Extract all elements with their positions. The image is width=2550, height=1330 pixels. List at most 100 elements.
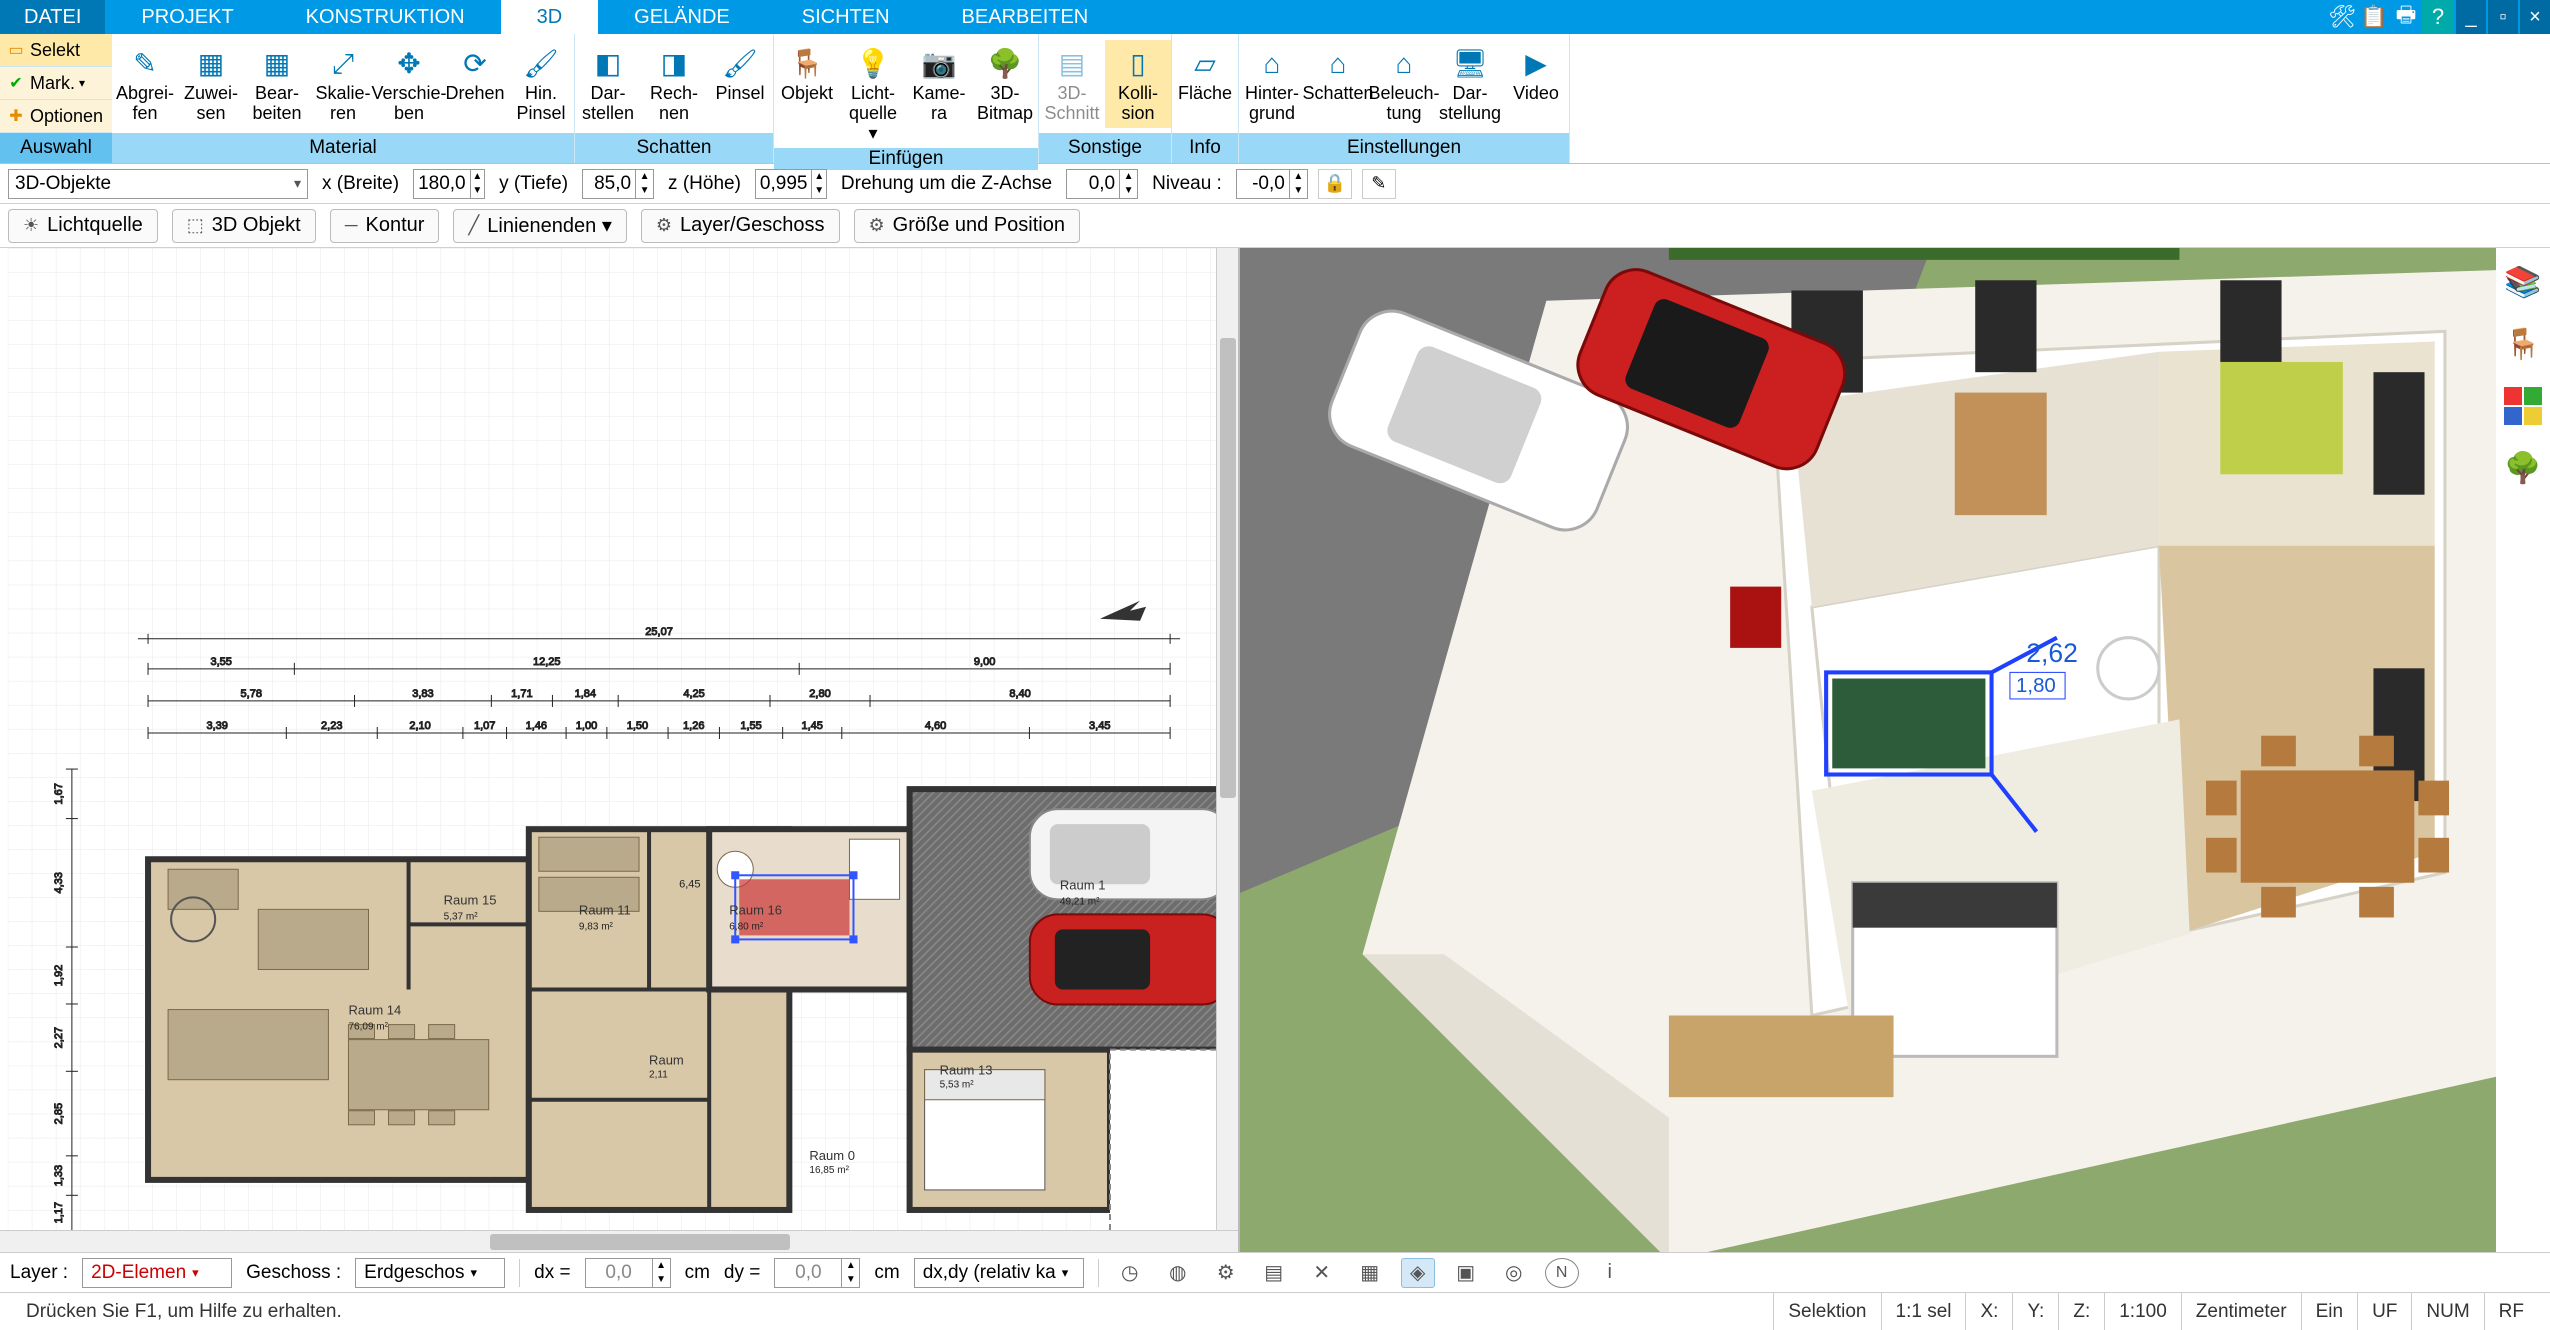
menu-tab-bearbeiten[interactable]: BEARBEITEN <box>926 0 1125 34</box>
y-input[interactable]: 85,0▲▼ <box>582 169 654 199</box>
ribbon-button[interactable]: ◧Dar-stellen <box>575 40 641 128</box>
relative-combo[interactable]: dx,dy (relativ ka <box>914 1258 1084 1288</box>
mark-button[interactable]: ✔Mark. ▾ <box>0 67 112 100</box>
svg-text:Raum 0: Raum 0 <box>809 1148 855 1163</box>
ribbon-button[interactable]: 🖌Hin.Pinsel <box>508 40 574 128</box>
ribbon-button[interactable]: ▤3D-Schnitt <box>1039 40 1105 128</box>
lock-button[interactable]: 🔒 <box>1318 169 1352 199</box>
tool-grid-icon[interactable]: ▣ <box>1449 1258 1483 1288</box>
menu-tab-gelaende[interactable]: GELÄNDE <box>598 0 766 34</box>
ribbon-button[interactable]: ⌂Schatten <box>1305 40 1371 128</box>
dy-label: dy = <box>724 1262 760 1284</box>
ribbon-button[interactable]: ⟳Drehen <box>442 40 508 128</box>
chair-icon[interactable]: 🪑 <box>2503 324 2543 364</box>
ribbon-button[interactable]: 🖥Dar-stellung <box>1437 40 1503 128</box>
ribbon-button[interactable]: ▯Kolli-sion <box>1105 40 1171 128</box>
menu-tab-sichten[interactable]: SICHTEN <box>766 0 926 34</box>
x-input[interactable]: 180,0▲▼ <box>413 169 485 199</box>
tree-icon[interactable]: 🌳 <box>2503 448 2543 488</box>
ribbon-button[interactable]: ✎Abgrei-fen <box>112 40 178 128</box>
ribbon-button[interactable]: 🖌Pinsel <box>707 40 773 128</box>
tool-globe-icon[interactable]: ◍ <box>1161 1258 1195 1288</box>
rotation-input[interactable]: 0,0▲▼ <box>1066 169 1138 199</box>
toolbar2-button[interactable]: ╱Linienenden ▾ <box>453 209 626 243</box>
svg-text:1,45: 1,45 <box>802 720 823 732</box>
menu-tab-projekt[interactable]: PROJEKT <box>105 0 269 34</box>
dx-input[interactable]: 0,0▲▼ <box>585 1258 671 1288</box>
layer-combo[interactable]: 2D-Elemen <box>82 1258 232 1288</box>
svg-text:4,25: 4,25 <box>683 688 704 700</box>
svg-text:1,50: 1,50 <box>627 720 648 732</box>
scrollbar-vertical-2d[interactable] <box>1216 248 1238 1230</box>
ribbon-button[interactable]: ◨Rech-nen <box>641 40 707 128</box>
ribbon-button[interactable]: ⌂Beleuch-tung <box>1371 40 1437 128</box>
options-button[interactable]: ✚Optionen <box>0 100 112 133</box>
ribbon-button[interactable]: ▱Fläche <box>1172 40 1238 128</box>
ribbon-button[interactable]: ⤢Skalie-ren <box>310 40 376 128</box>
toolbar2-button[interactable]: ⬚3D Objekt <box>172 209 316 243</box>
toolbar2-button[interactable]: ☀Lichtquelle <box>8 209 158 243</box>
svg-text:4,60: 4,60 <box>925 720 946 732</box>
tool-n-icon[interactable]: N <box>1545 1258 1579 1288</box>
niveau-input[interactable]: -0,0▲▼ <box>1236 169 1308 199</box>
ribbon-button[interactable]: ⌂Hinter-grund <box>1239 40 1305 128</box>
floor-combo[interactable]: Erdgeschos <box>355 1258 505 1288</box>
object-category-combo[interactable]: 3D-Objekte <box>8 169 308 199</box>
floor-label: Geschoss : <box>246 1262 341 1284</box>
ribbon-button[interactable]: 📷Kame-ra <box>906 40 972 128</box>
color-palette-icon[interactable] <box>2503 386 2543 426</box>
menu-tab-3d[interactable]: 3D <box>501 0 599 34</box>
window-minimize-button[interactable]: _ <box>2456 0 2486 34</box>
svg-text:1,33: 1,33 <box>53 1165 65 1186</box>
status-scale: 1:100 <box>2104 1293 2181 1330</box>
window-close-button[interactable]: × <box>2520 0 2550 34</box>
edit-external-button[interactable]: ✎ <box>1362 169 1396 199</box>
ribbon-button[interactable]: ✥Verschie-ben <box>376 40 442 128</box>
tool-snap-icon[interactable]: ✕ <box>1305 1258 1339 1288</box>
tool-gear-icon[interactable]: ⚙ <box>1209 1258 1243 1288</box>
layer-label: Layer : <box>10 1262 68 1284</box>
status-mode: Selektion <box>1773 1293 1880 1330</box>
svg-text:1,71: 1,71 <box>511 688 532 700</box>
tool-clock-icon[interactable]: ◷ <box>1113 1258 1147 1288</box>
ribbon-button[interactable]: ▶Video <box>1503 40 1569 128</box>
dy-input[interactable]: 0,0▲▼ <box>774 1258 860 1288</box>
svg-text:1,67: 1,67 <box>53 783 65 804</box>
select-button[interactable]: ▭Selekt <box>0 34 112 67</box>
ribbon-button[interactable]: ▦Bear-beiten <box>244 40 310 128</box>
left-group-label: Auswahl <box>0 133 112 163</box>
titlebar-tools-icon[interactable]: 🛠 <box>2326 0 2358 34</box>
view-2d-floorplan[interactable]: 25,07 3,5512,259,00 5,783,831,711,844,25… <box>0 248 1240 1252</box>
ribbon-button[interactable]: 🪑Objekt <box>774 40 840 128</box>
layers-icon[interactable]: 📚 <box>2503 262 2543 302</box>
tool-layers-icon[interactable]: ▤ <box>1257 1258 1291 1288</box>
toolbar2-button[interactable]: ─Kontur <box>330 209 440 243</box>
z-input[interactable]: 0,995▲▼ <box>755 169 827 199</box>
tool-target-icon[interactable]: ◎ <box>1497 1258 1531 1288</box>
svg-text:1,46: 1,46 <box>526 720 547 732</box>
titlebar-print-icon[interactable]: 🖶 <box>2390 0 2422 34</box>
ribbon: ▭Selekt ✔Mark. ▾ ✚Optionen Auswahl ✎Abgr… <box>0 34 2550 164</box>
scrollbar-horizontal-2d[interactable] <box>0 1230 1238 1252</box>
window-restore-button[interactable]: ▫ <box>2488 0 2518 34</box>
toolbar2-button[interactable]: ⚙Layer/Geschoss <box>641 209 840 243</box>
menu-tab-datei[interactable]: DATEI <box>0 0 105 34</box>
svg-text:Raum 14: Raum 14 <box>348 1003 401 1018</box>
status-uf: UF <box>2357 1293 2411 1330</box>
tool-shade-icon[interactable]: ◈ <box>1401 1258 1435 1288</box>
svg-text:9,00: 9,00 <box>974 656 995 668</box>
rotation-label: Drehung um die Z-Achse <box>837 173 1056 195</box>
ribbon-button[interactable]: ▦Zuwei-sen <box>178 40 244 128</box>
bottom-toolbar: Layer : 2D-Elemen Geschoss : Erdgeschos … <box>0 1252 2550 1292</box>
svg-text:25,07: 25,07 <box>645 626 673 638</box>
titlebar-help-icon[interactable]: ? <box>2422 0 2454 34</box>
ribbon-button[interactable]: 💡Licht-quelle ▾ <box>840 40 906 148</box>
tool-hatch-icon[interactable]: ▦ <box>1353 1258 1387 1288</box>
ribbon-button[interactable]: 🌳3D-Bitmap <box>972 40 1038 128</box>
titlebar-clipboard-icon[interactable]: 📋 <box>2358 0 2390 34</box>
toolbar2-button[interactable]: ⚙Größe und Position <box>854 209 1080 243</box>
menu-tab-konstruktion[interactable]: KONSTRUKTION <box>270 0 501 34</box>
tool-info-icon[interactable]: i <box>1593 1258 1627 1288</box>
view-3d-scene[interactable]: 2,62 1,80 <box>1240 248 2496 1252</box>
status-y: Y: <box>2012 1293 2058 1330</box>
